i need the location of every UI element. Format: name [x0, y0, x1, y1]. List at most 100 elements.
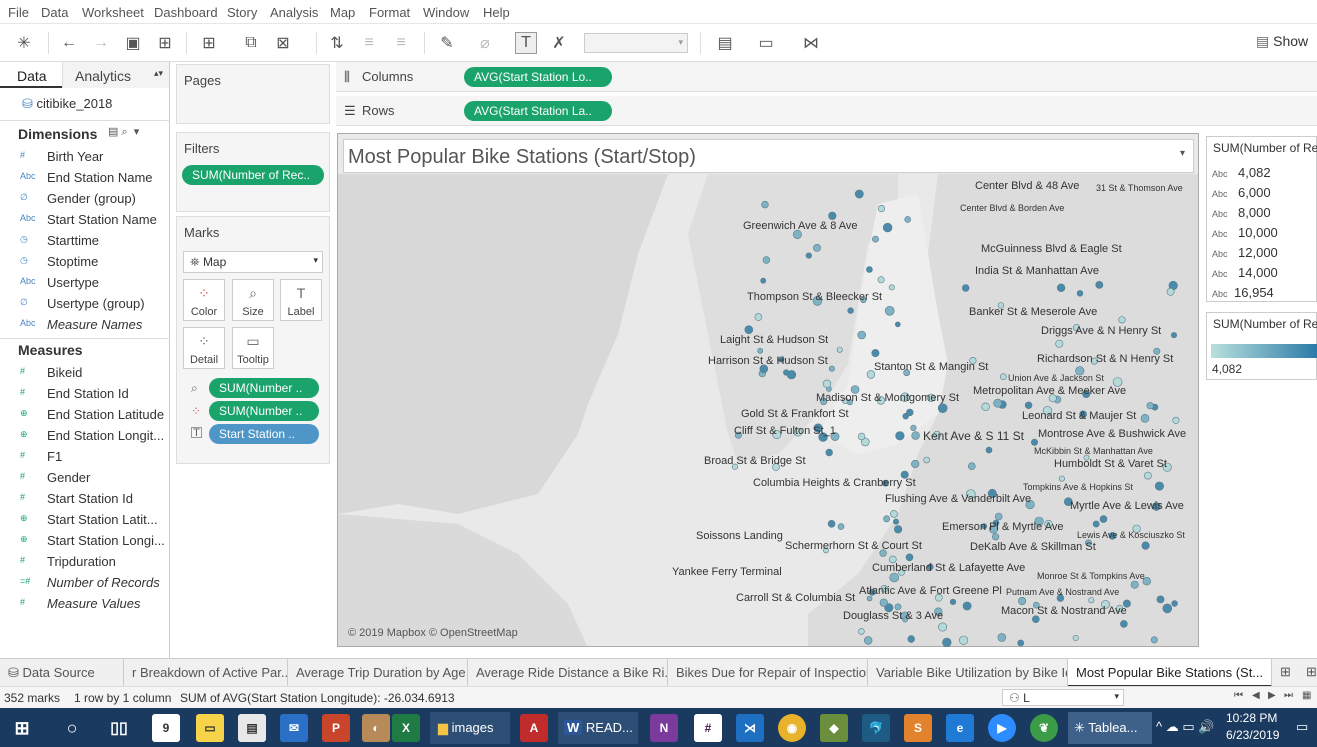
station-dot[interactable]: [1120, 620, 1128, 628]
mongodb-icon[interactable]: ❦: [1030, 714, 1058, 742]
station-dot[interactable]: [981, 402, 990, 411]
sheet-tab[interactable]: Variable Bike Utilization by Bike Id: [868, 659, 1068, 687]
station-dot[interactable]: [938, 622, 948, 632]
station-dot[interactable]: [877, 204, 886, 213]
next-sheet-icon[interactable]: ▶: [1268, 690, 1276, 701]
station-dot[interactable]: [827, 519, 836, 528]
station-dot[interactable]: [895, 431, 905, 441]
station-dot[interactable]: [882, 222, 893, 233]
taskbar-word[interactable]: W READ...: [558, 712, 638, 744]
measure-field[interactable]: # F1: [0, 447, 170, 468]
sublime-icon[interactable]: S: [904, 714, 932, 742]
dimension-field[interactable]: ◷ Stoptime: [0, 252, 170, 273]
station-dot[interactable]: [857, 330, 867, 340]
measure-field[interactable]: =# Number of Records: [0, 573, 170, 594]
station-dot[interactable]: [1055, 339, 1064, 348]
station-dot[interactable]: [962, 601, 972, 611]
menu-story[interactable]: Story: [227, 5, 257, 20]
station-dot[interactable]: [783, 369, 790, 376]
menu-analysis[interactable]: Analysis: [270, 5, 318, 20]
station-dot[interactable]: [1141, 541, 1150, 550]
station-dot[interactable]: [888, 284, 895, 291]
size-pill[interactable]: SUM(Number ..: [209, 378, 319, 398]
station-dot[interactable]: [1130, 580, 1139, 589]
station-dot[interactable]: [872, 235, 879, 243]
menu-format[interactable]: Format: [369, 5, 410, 20]
highlight-icon[interactable]: ✎: [436, 32, 458, 54]
station-dot[interactable]: [1024, 401, 1033, 409]
notepad-icon[interactable]: ▤: [238, 714, 266, 742]
new-sheet-icon[interactable]: ⊞: [1280, 664, 1291, 680]
station-dot[interactable]: [836, 346, 843, 353]
station-dot[interactable]: [837, 523, 845, 530]
station-dot[interactable]: [757, 347, 764, 354]
station-dot[interactable]: [993, 398, 1003, 408]
vscode-icon[interactable]: ⋊: [736, 714, 764, 742]
station-dot[interactable]: [866, 266, 873, 273]
sort-asc-icon[interactable]: ≡: [358, 32, 380, 54]
station-dot[interactable]: [1092, 520, 1100, 528]
station-dot[interactable]: [1072, 634, 1079, 641]
station-dot[interactable]: [1146, 402, 1154, 410]
station-dot[interactable]: [1118, 316, 1126, 324]
station-dot[interactable]: [910, 424, 917, 432]
powerpoint-icon[interactable]: P: [322, 714, 350, 742]
filter-pill[interactable]: SUM(Number of Rec..: [182, 165, 324, 185]
station-dot[interactable]: [1030, 438, 1038, 446]
station-dot[interactable]: [1156, 595, 1165, 604]
menu-file[interactable]: File: [8, 5, 29, 20]
station-dot[interactable]: [907, 635, 915, 643]
tab-data[interactable]: Data: [0, 62, 62, 88]
presentation-mode-icon[interactable]: ▭: [755, 32, 777, 54]
station-dot[interactable]: [893, 525, 903, 534]
undo-icon[interactable]: ←: [58, 32, 80, 54]
station-dot[interactable]: [1144, 471, 1152, 480]
excel-icon[interactable]: X: [392, 714, 420, 742]
measure-field[interactable]: ⊕ Start Station Latit...: [0, 510, 170, 531]
station-dot[interactable]: [1154, 481, 1164, 491]
label-pill[interactable]: Start Station ..: [209, 424, 319, 444]
station-dot[interactable]: [857, 432, 866, 441]
calendar-app-icon[interactable]: 9: [152, 714, 180, 742]
station-dot[interactable]: [828, 365, 835, 372]
station-dot[interactable]: [877, 276, 885, 284]
menu-window[interactable]: Window: [423, 5, 469, 20]
dimension-field[interactable]: ∅ Usertype (group): [0, 294, 170, 315]
last-sheet-icon[interactable]: ⏭: [1284, 690, 1293, 701]
station-dot[interactable]: [1140, 413, 1150, 423]
taskbar-tableau[interactable]: ✳ Tablea...: [1068, 712, 1152, 744]
mysql-icon[interactable]: 🐬: [862, 714, 890, 742]
station-dot[interactable]: [923, 456, 931, 464]
tab-menu-icon[interactable]: ▴▾: [154, 68, 163, 79]
station-dot[interactable]: [889, 572, 900, 583]
columns-shelf[interactable]: ⫼ Columns AVG(Start Station Lo..: [336, 62, 1317, 92]
fit-dropdown[interactable]: ▾: [584, 33, 688, 53]
station-dot[interactable]: [883, 515, 890, 523]
chrome-icon[interactable]: ◉: [778, 714, 806, 742]
station-dot[interactable]: [1171, 600, 1178, 607]
size-button[interactable]: ⌕ Size: [232, 279, 274, 321]
station-dot[interactable]: [879, 598, 888, 607]
label-button[interactable]: T Label: [280, 279, 322, 321]
taskbar-images[interactable]: ▆ images: [430, 712, 510, 744]
station-dot[interactable]: [967, 462, 976, 471]
new-worksheet-icon[interactable]: ⊞: [198, 32, 220, 54]
datasource-item[interactable]: ⛁ citibike_2018: [22, 96, 112, 112]
station-dot[interactable]: [744, 325, 754, 334]
sheet-tab[interactable]: Average Trip Duration by Age: [288, 659, 468, 687]
onenote-icon[interactable]: N: [650, 714, 678, 742]
station-dot[interactable]: [1058, 475, 1065, 482]
station-dot[interactable]: [1056, 283, 1066, 293]
color-button[interactable]: ⁘ Color: [183, 279, 225, 321]
station-dot[interactable]: [1166, 287, 1175, 296]
sheet-tab[interactable]: r Breakdown of Active Par...: [124, 659, 288, 687]
clear-sheet-icon[interactable]: ⊠: [272, 32, 294, 54]
station-dot[interactable]: [1162, 603, 1173, 614]
measure-field[interactable]: # Bikeid: [0, 363, 170, 384]
notifications-icon[interactable]: ▭: [1296, 719, 1308, 735]
station-dot[interactable]: [994, 512, 1003, 521]
station-dot[interactable]: [1095, 280, 1104, 289]
show-labels-icon[interactable]: T: [515, 32, 537, 54]
measure-field[interactable]: ⊕ Start Station Longi...: [0, 531, 170, 552]
system-tray[interactable]: ^ ☁ ▭ 🔊: [1156, 719, 1214, 735]
